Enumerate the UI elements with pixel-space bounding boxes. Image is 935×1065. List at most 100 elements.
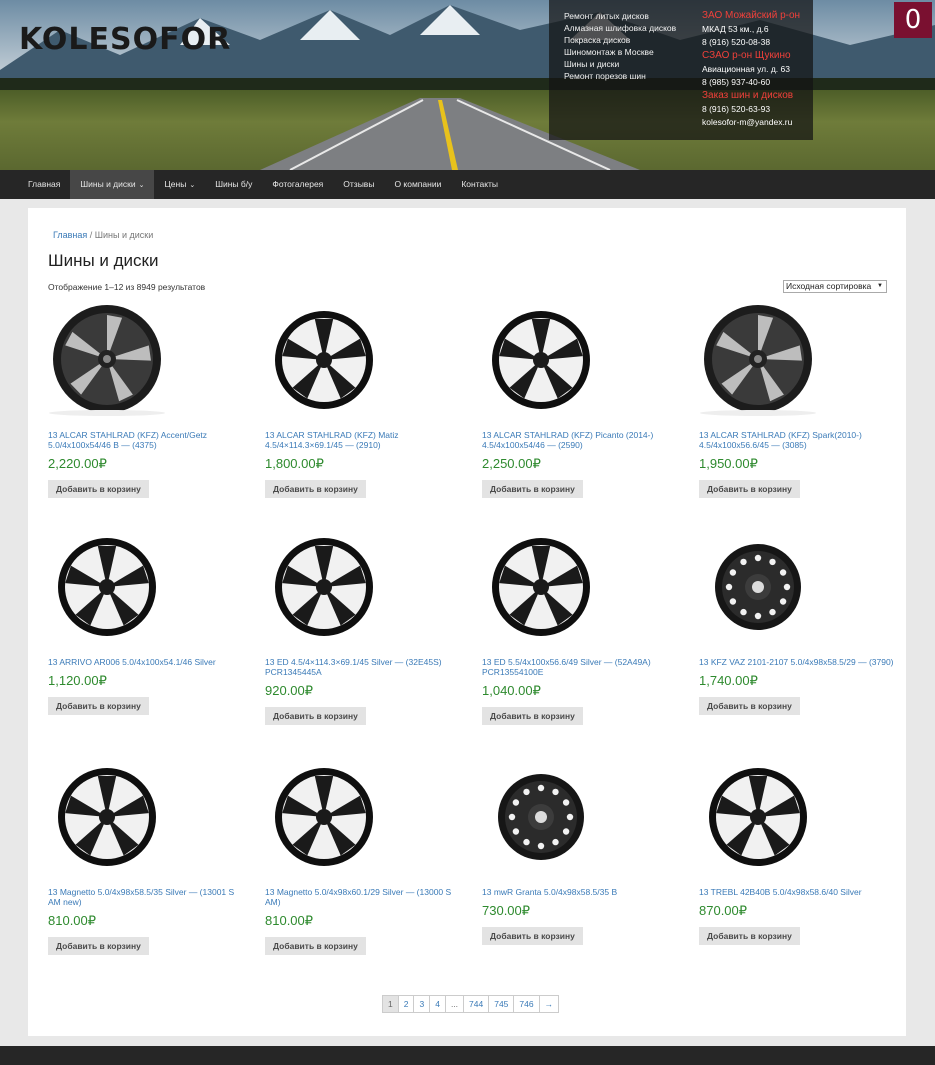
main-nav: Главная Шины и диски ⌄ Цены ⌄ Шины б/у Фот… — [0, 170, 935, 199]
add-to-cart-button[interactable]: Добавить в корзину — [48, 697, 149, 715]
nav-item-tires-wheels[interactable]: Шины и диски ⌄ — [70, 170, 155, 199]
nav-item-label: Шины и диски — [80, 179, 136, 189]
nav-item-home[interactable]: Главная — [18, 170, 70, 199]
site-footer — [0, 1046, 935, 1065]
location-phone: 8 (916) 520-08-38 — [702, 36, 771, 47]
location-title: ЗАО Можайский р-он — [702, 10, 801, 21]
product-name-link[interactable]: 13 ALCAR STAHLRAD (KFZ) Picanto (2014-) … — [482, 430, 677, 450]
product-name-link[interactable]: 13 Magnetto 5.0/4x98x60.1/29 Silver — (1… — [265, 887, 460, 907]
contacts-block: ЗАО Можайский р-он МКАД 53 км., д.6 8 (9… — [702, 8, 800, 128]
service-link[interactable]: Шины и диски — [564, 58, 676, 70]
product-card: 13 ALCAR STAHLRAD (KFZ) Spark(2010-) 4.5… — [699, 303, 899, 513]
product-image[interactable] — [699, 760, 817, 874]
product-card: 13 Magnetto 5.0/4x98x60.1/29 Silver — (1… — [265, 760, 465, 970]
product-card: 13 Magnetto 5.0/4x98x58.5/35 Silver — (1… — [48, 760, 248, 970]
order-email[interactable]: kolesofor-m@yandex.ru — [702, 116, 800, 129]
service-link[interactable]: Ремонт порезов шин — [564, 70, 676, 82]
product-image[interactable] — [482, 760, 600, 874]
product-price: 2,220.00₽ — [48, 456, 107, 471]
product-image[interactable] — [482, 530, 600, 644]
add-to-cart-button[interactable]: Добавить в корзину — [482, 480, 583, 498]
product-image[interactable] — [265, 760, 383, 874]
nav-item-used-tires[interactable]: Шины б/у — [205, 170, 262, 199]
add-to-cart-button[interactable]: Добавить в корзину — [482, 927, 583, 945]
product-card: 13 ALCAR STAHLRAD (KFZ) Picanto (2014-) … — [482, 303, 682, 513]
sort-select[interactable]: Исходная сортировка ▼ — [783, 280, 887, 293]
product-name-link[interactable]: 13 ALCAR STAHLRAD (KFZ) Spark(2010-) 4.5… — [699, 430, 894, 450]
nav-item-contacts[interactable]: Контакты — [451, 170, 508, 199]
product-name-link[interactable]: 13 mwR Granta 5.0/4x98x58.5/35 B — [482, 887, 677, 897]
product-price: 810.00₽ — [48, 913, 97, 928]
product-image[interactable] — [699, 530, 817, 644]
add-to-cart-button[interactable]: Добавить в корзину — [48, 937, 149, 955]
nav-item-reviews[interactable]: Отзывы — [333, 170, 384, 199]
pagination-page[interactable]: 4 — [429, 996, 445, 1012]
product-name-link[interactable]: 13 ALCAR STAHLRAD (KFZ) Matiz 4.5/4×114.… — [265, 430, 460, 450]
location-address: МКАД 53 км., д.6 — [702, 24, 769, 34]
pagination-ellipsis: ... — [444, 996, 463, 1012]
nav-item-label: Главная — [28, 179, 61, 189]
product-image[interactable] — [48, 530, 166, 644]
nav-item-label: Контакты — [461, 179, 499, 189]
pagination-page[interactable]: 2 — [397, 996, 414, 1012]
product-card: 13 mwR Granta 5.0/4x98x58.5/35 B 730.00₽ Д… — [482, 760, 682, 970]
chevron-down-icon: ⌄ — [189, 182, 196, 189]
service-link[interactable]: Покраска дисков — [564, 34, 676, 46]
product-price: 870.00₽ — [699, 903, 748, 918]
nav-item-prices[interactable]: Цены ⌄ — [154, 170, 205, 199]
product-name-link[interactable]: 13 ALCAR STAHLRAD (KFZ) Accent/Getz 5.0/… — [48, 430, 243, 450]
service-link[interactable]: Шиномонтаж в Москве — [564, 46, 676, 58]
site-header: KOLESOFOR Ремонт литых дисков Алмазная ш… — [0, 0, 935, 170]
product-name-link[interactable]: 13 ARRIVO AR006 5.0/4x100x54.1/46 Silver — [48, 657, 243, 667]
nav-item-label: Фотогалерея — [272, 179, 324, 189]
services-list: Ремонт литых дисков Алмазная шлифовка ди… — [564, 10, 676, 83]
product-image[interactable] — [265, 530, 383, 644]
pagination-page[interactable]: 745 — [488, 996, 513, 1012]
product-image[interactable] — [48, 303, 166, 417]
pagination-page[interactable]: 3 — [413, 996, 429, 1012]
chevron-down-icon: ⌄ — [138, 182, 145, 189]
service-link[interactable]: Ремонт литых дисков — [564, 10, 676, 22]
order-title: Заказ шин и дисков — [702, 90, 794, 101]
site-logo[interactable]: KOLESOFOR — [19, 22, 231, 57]
page-title: Шины и диски — [48, 251, 159, 270]
add-to-cart-button[interactable]: Добавить в корзину — [265, 707, 366, 725]
add-to-cart-button[interactable]: Добавить в корзину — [482, 707, 583, 725]
pagination-page[interactable]: 744 — [463, 996, 488, 1012]
next-page-arrow-icon[interactable]: → — [538, 996, 559, 1012]
add-to-cart-button[interactable]: Добавить в корзину — [699, 927, 800, 945]
service-link[interactable]: Алмазная шлифовка дисков — [564, 22, 676, 34]
add-to-cart-button[interactable]: Добавить в корзину — [48, 480, 149, 498]
product-image[interactable] — [48, 760, 166, 874]
order-phone: 8 (916) 520-63-93 — [702, 104, 771, 114]
pagination-page[interactable]: 746 — [513, 996, 538, 1012]
product-name-link[interactable]: 13 ED 5.5/4x100x56.6/49 Silver — (52A49A… — [482, 657, 677, 677]
product-card: 13 ALCAR STAHLRAD (KFZ) Matiz 4.5/4×114.… — [265, 303, 465, 513]
product-name-link[interactable]: 13 KFZ VAZ 2101-2107 5.0/4x98x58.5/29 — … — [699, 657, 894, 667]
product-image[interactable] — [482, 303, 600, 417]
add-to-cart-button[interactable]: Добавить в корзину — [699, 697, 800, 715]
add-to-cart-button[interactable]: Добавить в корзину — [265, 480, 366, 498]
product-price: 1,040.00₽ — [482, 683, 541, 698]
product-name-link[interactable]: 13 ED 4.5/4×114.3×69.1/45 Silver — (32E4… — [265, 657, 460, 677]
product-card: 13 TREBL 42B40B 5.0/4x98x58.6/40 Silver 8… — [699, 760, 899, 970]
nav-item-label: О компании — [394, 179, 442, 189]
nav-item-label: Цены — [164, 179, 187, 189]
nav-item-about[interactable]: О компании — [384, 170, 451, 199]
sort-selected-value: Исходная сортировка — [786, 281, 872, 291]
add-to-cart-button[interactable]: Добавить в корзину — [699, 480, 800, 498]
product-price: 730.00₽ — [482, 903, 531, 918]
product-price: 1,740.00₽ — [699, 673, 758, 688]
product-card: 13 ALCAR STAHLRAD (KFZ) Accent/Getz 5.0/… — [48, 303, 248, 513]
product-image[interactable] — [699, 303, 817, 417]
product-name-link[interactable]: 13 TREBL 42B40B 5.0/4x98x58.6/40 Silver — [699, 887, 894, 897]
nav-item-gallery[interactable]: Фотогалерея — [262, 170, 333, 199]
product-name-link[interactable]: 13 Magnetto 5.0/4x98x58.5/35 Silver — (1… — [48, 887, 243, 907]
cart-count-badge[interactable]: 0 — [894, 2, 932, 38]
header-info-panel: Ремонт литых дисков Алмазная шлифовка ди… — [549, 0, 813, 140]
add-to-cart-button[interactable]: Добавить в корзину — [265, 937, 366, 955]
breadcrumb-home-link[interactable]: Главная — [53, 230, 87, 240]
breadcrumb-current: Шины и диски — [94, 230, 154, 240]
product-image[interactable] — [265, 303, 383, 417]
product-price: 920.00₽ — [265, 683, 314, 698]
